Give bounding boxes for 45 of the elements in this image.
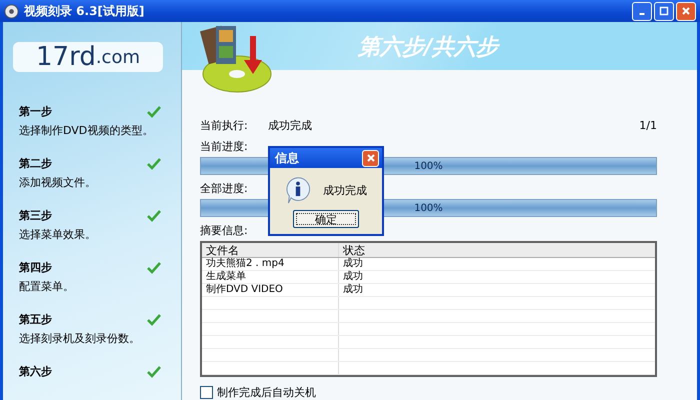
table-cell: 功夫熊猫2 . mp4 bbox=[202, 258, 339, 270]
step-title: 第四步 bbox=[19, 260, 52, 275]
table-cell-text: 成功 bbox=[342, 258, 364, 270]
maximize-button[interactable] bbox=[654, 2, 674, 20]
table-cell-text: 成功 bbox=[342, 271, 364, 283]
table-cell-text: 成功 bbox=[342, 284, 364, 296]
column-header[interactable]: 文件名 bbox=[202, 243, 339, 257]
step-title: 第二步 bbox=[19, 156, 52, 171]
checkbox[interactable] bbox=[200, 386, 213, 399]
field-label: 摘要信息: bbox=[200, 223, 248, 238]
close-button[interactable] bbox=[362, 150, 379, 166]
window-title: 视频刻录 6.3[试用版] bbox=[24, 2, 146, 20]
column-header[interactable]: 状态 bbox=[339, 243, 655, 257]
minimize-icon bbox=[639, 13, 645, 15]
step-description: 添加视频文件。 bbox=[19, 175, 97, 190]
dialog-title: 信息 bbox=[275, 150, 299, 166]
field-label: 全部进度: bbox=[200, 181, 248, 196]
ok-button[interactable]: 确定 bbox=[293, 210, 359, 228]
table-cell: 制作DVD VIDEO bbox=[202, 284, 339, 296]
task-count: 1/1 bbox=[639, 119, 657, 132]
close-button[interactable] bbox=[676, 2, 696, 20]
logo: 17rd.com bbox=[13, 42, 163, 72]
disc-icon bbox=[4, 4, 19, 18]
step-description: 选择刻录机及刻录份数。 bbox=[19, 331, 141, 346]
maximize-icon bbox=[659, 6, 669, 16]
step-heading: 第六步/共六步 bbox=[358, 33, 498, 62]
checkbox-label: 制作完成后自动关机 bbox=[217, 385, 316, 400]
progress-reading: 100% bbox=[414, 202, 443, 214]
step-description: 选择制作DVD视频的类型。 bbox=[19, 123, 154, 138]
step-description: 选择菜单效果。 bbox=[19, 227, 97, 242]
close-icon bbox=[681, 6, 691, 16]
step-title: 第六步 bbox=[19, 364, 52, 379]
status-text: 成功完成 bbox=[268, 118, 313, 133]
table-cell: 生成菜单 bbox=[202, 271, 339, 283]
field-label: 当前执行: bbox=[200, 118, 249, 133]
close-icon bbox=[366, 153, 376, 163]
info-icon bbox=[285, 176, 311, 204]
step-description: 配置菜单。 bbox=[19, 279, 75, 294]
field-label: 当前进度: bbox=[200, 139, 248, 154]
dialog-message: 成功完成 bbox=[323, 182, 367, 198]
progress-reading: 100% bbox=[414, 160, 443, 172]
step-title: 第五步 bbox=[19, 312, 52, 327]
step-title: 第一步 bbox=[19, 104, 52, 119]
minimize-button[interactable] bbox=[632, 2, 652, 20]
step-title: 第三步 bbox=[19, 208, 52, 223]
